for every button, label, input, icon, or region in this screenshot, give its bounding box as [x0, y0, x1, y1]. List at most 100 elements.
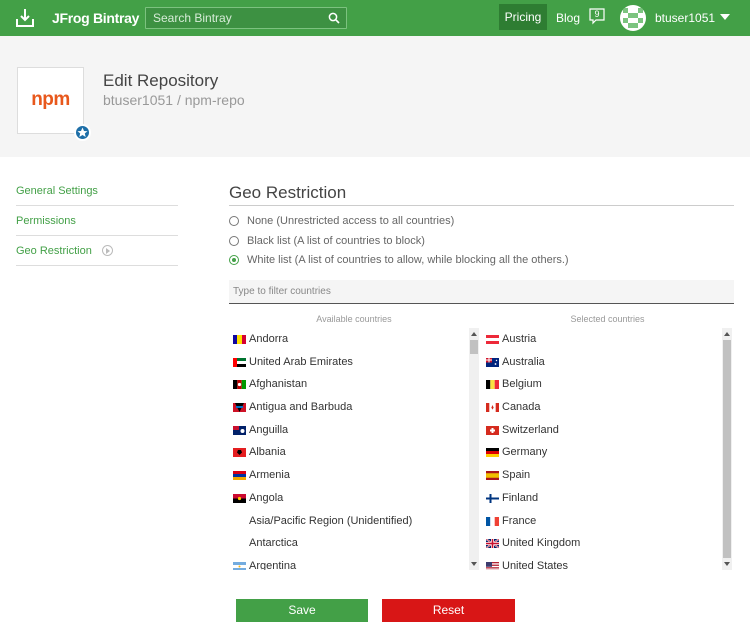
list-item[interactable]: Belgium: [482, 373, 722, 396]
country-name: Germany: [502, 446, 548, 459]
country-filter: [229, 280, 734, 304]
flag-fr-icon: [486, 516, 499, 526]
flag-ag-icon: [233, 403, 246, 413]
avatar[interactable]: [620, 5, 646, 31]
flag-af-icon: [233, 380, 246, 390]
flag-us-icon: [486, 561, 499, 570]
flag-ca-icon: [486, 403, 499, 413]
list-item[interactable]: Antarctica: [229, 532, 469, 555]
list-item[interactable]: Canada: [482, 396, 722, 419]
available-countries-list[interactable]: Andorra United Arab Emirates Afghanistan An…: [229, 328, 469, 570]
sidebar-item-label: Geo Restriction: [16, 245, 92, 257]
list-item[interactable]: United Kingdom: [482, 532, 722, 555]
list-item[interactable]: Armenia: [229, 464, 469, 487]
list-item[interactable]: Argentina: [229, 555, 469, 570]
list-item[interactable]: Switzerland: [482, 419, 722, 442]
country-name: United Kingdom: [502, 537, 581, 550]
list-item[interactable]: Austria: [482, 328, 722, 351]
flag-de-icon: [486, 448, 499, 458]
scroll-up-icon[interactable]: [471, 332, 477, 336]
radio-label: White list (A list of countries to allow…: [247, 254, 569, 266]
list-item[interactable]: Finland: [482, 487, 722, 510]
country-name: Austria: [502, 333, 537, 345]
country-name: United Arab Emirates: [249, 355, 353, 368]
country-name: Finland: [502, 491, 539, 504]
brand-name[interactable]: JFrog Bintray: [52, 10, 139, 26]
flag-ao-icon: [233, 493, 246, 503]
list-item[interactable]: Spain: [482, 464, 722, 487]
country-name: Spain: [502, 469, 531, 482]
country-name: Asia/Pacific Region (Unidentified): [249, 514, 413, 527]
list-item[interactable]: Asia/Pacific Region (Unidentified): [229, 510, 469, 533]
list-item[interactable]: United States: [482, 555, 722, 570]
flag-ae-icon: [233, 357, 246, 367]
flag-al-icon: [233, 448, 246, 458]
list-item[interactable]: Germany: [482, 441, 722, 464]
section-title: Geo Restriction: [229, 183, 347, 202]
list-item[interactable]: France: [482, 510, 722, 533]
save-button[interactable]: Save: [236, 599, 368, 622]
list-item[interactable]: Antigua and Barbuda: [229, 396, 469, 419]
country-name: Belgium: [502, 378, 542, 391]
selected-countries-header: Selected countries: [570, 314, 645, 324]
list-item[interactable]: Albania: [229, 441, 469, 464]
list-item[interactable]: Anguilla: [229, 419, 469, 442]
search-box: [145, 7, 347, 29]
country-name: United States: [502, 559, 569, 570]
flag-ch-icon: [486, 425, 499, 435]
sidebar-item-label: Permissions: [16, 215, 76, 227]
sidebar-item-general-settings[interactable]: General Settings: [16, 176, 178, 206]
user-menu-chevron-down-icon[interactable]: [720, 14, 730, 20]
bintray-logo-icon[interactable]: [14, 7, 36, 29]
country-name: France: [502, 514, 537, 527]
list-item[interactable]: United Arab Emirates: [229, 351, 469, 374]
scroll-down-icon[interactable]: [471, 562, 477, 566]
flag-fi-icon: [486, 493, 499, 503]
flag-gb-icon: [486, 539, 499, 549]
blog-link[interactable]: Blog: [556, 11, 580, 25]
package-logo-text: npm: [31, 89, 70, 110]
scroll-thumb[interactable]: [723, 340, 731, 558]
flag-am-icon: [233, 471, 246, 481]
scroll-down-icon[interactable]: [724, 562, 730, 566]
available-countries-header: Available countries: [316, 314, 392, 324]
search-input[interactable]: [146, 8, 324, 28]
pricing-link[interactable]: Pricing: [499, 4, 547, 30]
list-item[interactable]: Andorra: [229, 328, 469, 351]
country-name: Switzerland: [502, 423, 559, 436]
scroll-thumb[interactable]: [470, 340, 478, 354]
radio-label: None (Unrestricted access to all countri…: [247, 215, 455, 227]
country-filter-input[interactable]: [229, 280, 734, 302]
country-name: Anguilla: [249, 423, 289, 436]
selected-scrollbar[interactable]: [722, 328, 732, 570]
identicon-icon: [623, 8, 643, 28]
package-logo: npm: [17, 67, 84, 134]
selected-countries-list[interactable]: Austria Australia Belgium Canada Switzerland…: [482, 328, 722, 570]
notifications-button[interactable]: 9: [589, 8, 605, 25]
flag-ai-icon: [233, 425, 246, 435]
flag-be-icon: [486, 380, 499, 390]
available-scrollbar[interactable]: [469, 328, 479, 570]
country-name: Andorra: [249, 333, 289, 345]
reset-button[interactable]: Reset: [382, 599, 515, 622]
radio-button[interactable]: [229, 216, 239, 226]
scroll-up-icon[interactable]: [724, 332, 730, 336]
sidebar-item-permissions[interactable]: Permissions: [16, 206, 178, 236]
list-item[interactable]: Angola: [229, 487, 469, 510]
country-name: Antigua and Barbuda: [249, 401, 353, 414]
country-name: Armenia: [249, 469, 290, 482]
list-item[interactable]: Afghanistan: [229, 373, 469, 396]
flag-es-icon: [486, 471, 499, 481]
country-name: Argentina: [249, 559, 297, 570]
top-navbar: JFrog Bintray Pricing Blog 9 btuser1051: [0, 0, 750, 36]
radio-button[interactable]: [229, 255, 239, 265]
list-item[interactable]: Australia: [482, 351, 722, 374]
flag-au-icon: [486, 357, 499, 367]
radio-button[interactable]: [229, 236, 239, 246]
search-icon[interactable]: [328, 12, 340, 24]
country-name: Antarctica: [249, 537, 298, 550]
country-name: Angola: [249, 491, 284, 504]
username[interactable]: btuser1051: [655, 11, 715, 25]
sidebar-item-geo-restriction[interactable]: Geo Restriction: [16, 236, 178, 266]
country-name: Australia: [502, 355, 545, 368]
